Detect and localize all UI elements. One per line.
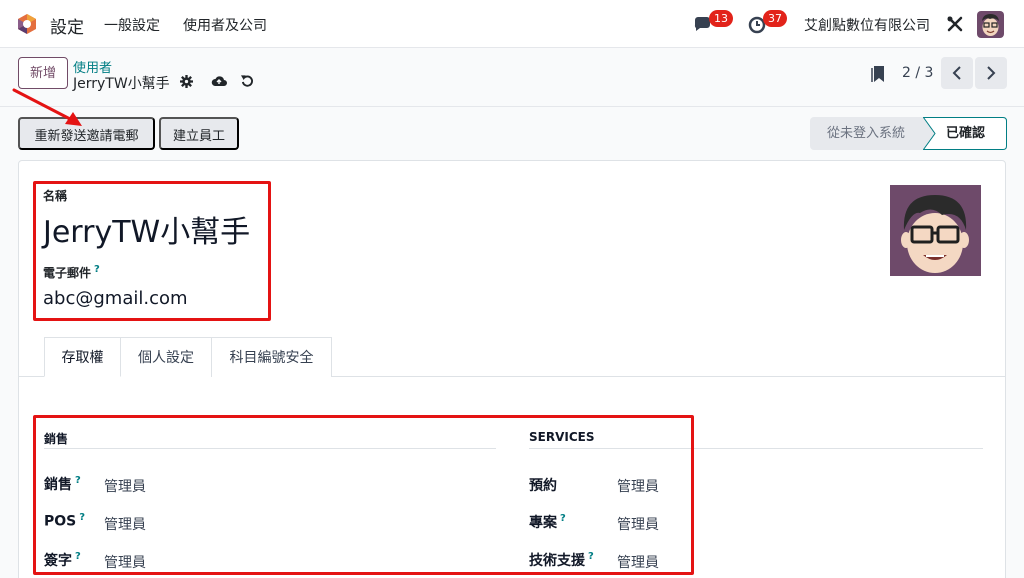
app-title[interactable]: 設定 — [50, 13, 84, 38]
user-avatar[interactable] — [977, 11, 1004, 38]
status-confirmed[interactable]: 已確認 — [923, 117, 1007, 150]
chevron-left-icon — [952, 66, 961, 80]
tab-account-security[interactable]: 科目編號安全 — [212, 337, 332, 377]
status-never-logged-in[interactable]: 從未登入系統 — [810, 117, 935, 150]
debug-tools-icon[interactable] — [946, 15, 964, 33]
activities-badge: 37 — [763, 10, 787, 27]
create-employee-button[interactable]: 建立員工 — [159, 117, 239, 150]
menu-general-settings[interactable]: 一般設定 — [104, 15, 160, 35]
bookmark-icon[interactable] — [871, 65, 885, 83]
discard-undo-icon[interactable] — [241, 74, 254, 88]
app-logo-icon[interactable] — [16, 13, 38, 35]
chevron-right-icon — [987, 66, 996, 80]
save-cloud-icon[interactable] — [211, 74, 227, 88]
top-navbar: 設定 一般設定 使用者及公司 13 37 艾創點數位有限公司 — [0, 0, 1024, 48]
tab-access-rights[interactable]: 存取權 — [44, 337, 121, 377]
new-button[interactable]: 新增 — [18, 57, 68, 89]
messages-badge: 13 — [709, 10, 733, 27]
pager-value[interactable]: 2 / 3 — [902, 65, 933, 81]
status-confirmed-label: 已確認 — [946, 126, 986, 141]
gear-icon[interactable] — [180, 75, 193, 88]
pager-next-button[interactable] — [975, 57, 1007, 89]
divider — [0, 106, 1024, 107]
pager-previous-button[interactable] — [941, 57, 973, 89]
annotation-box-identity — [33, 181, 271, 321]
menu-users-companies[interactable]: 使用者及公司 — [183, 15, 267, 35]
annotation-box-access — [33, 415, 694, 575]
company-switcher[interactable]: 艾創點數位有限公司 — [804, 15, 930, 35]
tab-preferences[interactable]: 個人設定 — [121, 337, 212, 377]
annotation-arrow — [12, 88, 82, 126]
status-bar: 從未登入系統 已確認 — [810, 117, 1007, 150]
user-photo[interactable] — [890, 185, 981, 276]
